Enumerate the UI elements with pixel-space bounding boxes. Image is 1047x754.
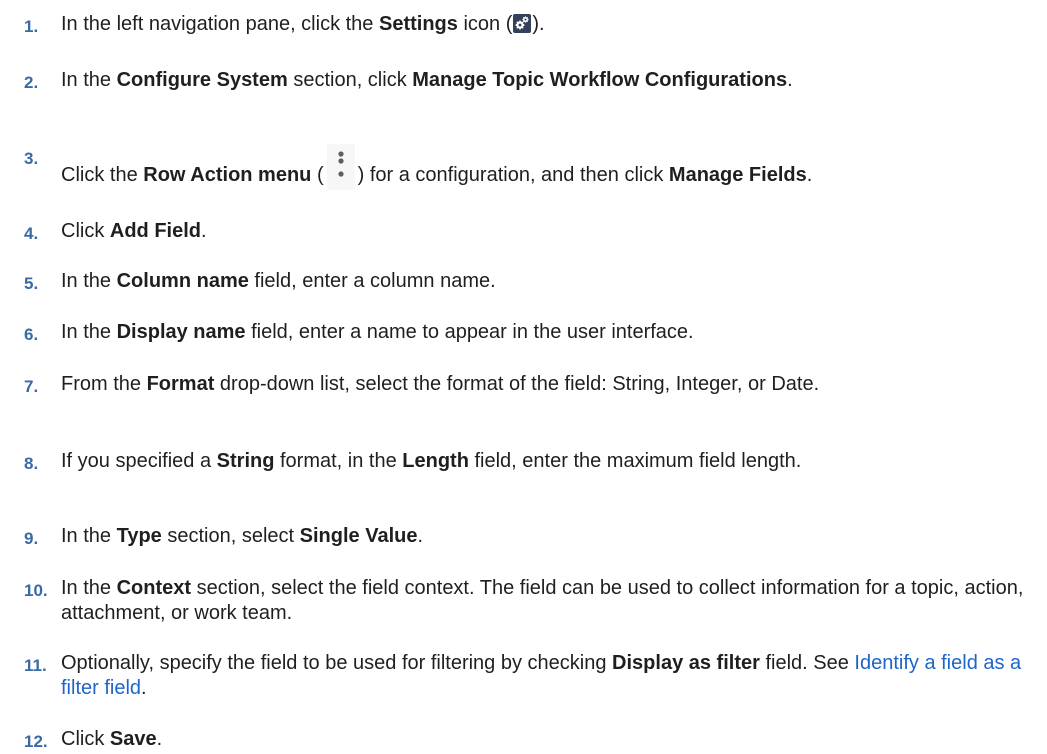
step-text-run: icon ( <box>457 13 513 35</box>
step-text-run: In the left navigation pane, click the <box>61 13 379 35</box>
step-text: In the Display name field, enter a name … <box>61 320 1036 345</box>
step-text-run: ) for a configuration, and then click <box>357 164 669 186</box>
step-text: In the Configure System section, click M… <box>61 68 1036 93</box>
step-text-run: . <box>417 525 424 547</box>
step-number: 6. <box>24 325 39 344</box>
step-number: 8. <box>24 454 39 473</box>
step-number: 12. <box>24 732 48 751</box>
step-text: Click the Row Action menu ( ) for a confi… <box>61 144 1036 190</box>
ui-term: Row Action menu <box>143 164 312 186</box>
ui-term: Format <box>146 373 215 395</box>
step-text: In the Context section, select the field… <box>61 576 1036 626</box>
step-number: 7. <box>24 377 39 396</box>
step-text-run: . <box>156 728 163 750</box>
ui-term: Type <box>116 525 162 547</box>
step-text: If you specified a String format, in the… <box>61 449 1036 474</box>
step-text: In the Type section, select Single Value… <box>61 524 1036 549</box>
step-number: 4. <box>24 224 39 243</box>
step-text-run: field, enter a name to appear in the use… <box>245 321 694 343</box>
ui-term: Add Field <box>109 220 201 242</box>
step-text-run: section, click <box>287 69 413 91</box>
ui-term: Settings <box>378 13 458 35</box>
step-text: In the left navigation pane, click the S… <box>61 12 1036 37</box>
step-text-run: format, in the <box>274 450 403 472</box>
step-text: Optionally, specify the field to be used… <box>61 651 1036 701</box>
ui-term: Display name <box>116 321 246 343</box>
step-text-run: . <box>787 69 793 91</box>
step-number: 3. <box>24 149 39 168</box>
step-text-run: In the <box>61 270 117 292</box>
ui-term: String <box>216 450 275 472</box>
step-text-run: drop-down list, select the format of the… <box>214 373 820 395</box>
step-text-run: field. See <box>759 652 855 674</box>
step-text-run: Optionally, specify the field to be used… <box>61 652 613 674</box>
step-text-run: . <box>806 164 813 186</box>
step-text-run: ( <box>311 164 324 186</box>
step-text: From the Format drop-down list, select t… <box>61 372 1036 397</box>
step-text-run: Click <box>61 728 110 750</box>
step-text: Click Save. <box>61 727 1036 752</box>
step-text-run: section, select the field context. The f… <box>61 577 1024 624</box>
step-text-run: In the <box>61 577 117 599</box>
step-number: 1. <box>24 17 39 36</box>
ui-term: Context <box>116 577 192 599</box>
step-text-run: . <box>141 677 147 699</box>
step-text-run: Click <box>61 220 110 242</box>
step-number: 5. <box>24 274 39 293</box>
step-number: 9. <box>24 529 39 548</box>
step-text-run: Click the <box>61 164 144 186</box>
step-text-run: ). <box>532 13 545 35</box>
step-text: In the Column name field, enter a column… <box>61 269 1036 294</box>
settings-icon <box>513 14 532 33</box>
step-text-run: If you specified a <box>61 450 217 472</box>
ui-term: Manage Fields <box>668 164 807 186</box>
step-text-run: field, enter the maximum field length. <box>468 450 802 472</box>
step-text: Click Add Field. <box>61 219 1036 244</box>
ui-term: Display as filter <box>612 652 760 674</box>
ui-term: Configure System <box>116 69 288 91</box>
step-number: 10. <box>24 581 48 600</box>
step-text-run: section, select <box>161 525 300 547</box>
step-text-run: In the <box>61 69 117 91</box>
ui-term: Single Value <box>299 525 418 547</box>
step-text-run: From the <box>61 373 147 395</box>
step-text-run: . <box>201 220 207 242</box>
ui-term: Length <box>402 450 469 472</box>
step-text-run: field, enter a column name. <box>248 270 496 292</box>
step-text-run: In the <box>61 321 117 343</box>
step-number: 11. <box>24 656 47 675</box>
ui-term: Column name <box>116 270 249 292</box>
ui-term: Manage Topic Workflow Configurations <box>412 69 788 91</box>
ui-term: Save <box>109 728 157 750</box>
step-number: 2. <box>24 73 39 92</box>
procedure-steps: 1. In the left navigation pane, click the… <box>0 0 1047 754</box>
kebab-menu-icon <box>326 144 355 190</box>
step-text-run: In the <box>61 525 117 547</box>
